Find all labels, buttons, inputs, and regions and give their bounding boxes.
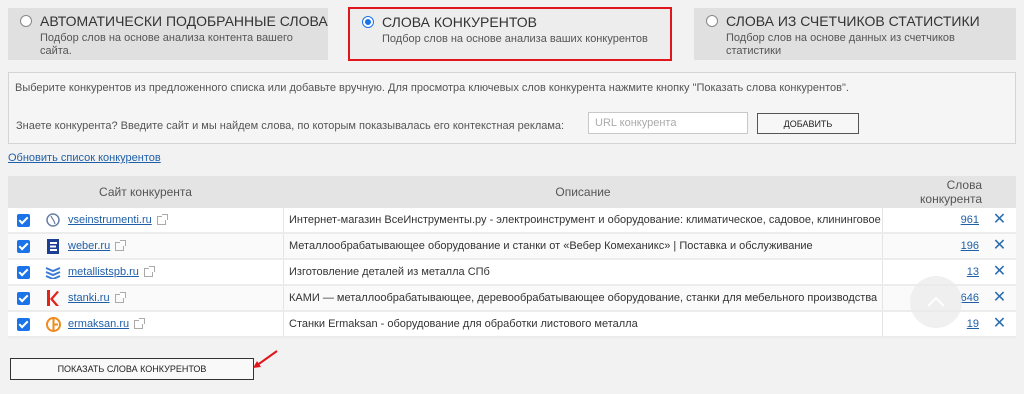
mode-subtitle: Подбор слов на основе данных из счетчико… xyxy=(726,32,955,57)
chevron-up-icon xyxy=(927,296,945,307)
globe-icon xyxy=(45,212,61,228)
mode-subtitle: Подбор слов на основе анализа контента в… xyxy=(40,32,293,57)
instructions-text: Выберите конкурентов из предложенного сп… xyxy=(15,82,849,94)
metallist-logo-icon xyxy=(45,264,61,280)
mode-title: АВТОМАТИЧЕСКИ ПОДОБРАННЫЕ СЛОВА xyxy=(40,13,328,29)
add-competitor-prompt: Знаете конкурента? Введите сайт и мы най… xyxy=(16,120,565,132)
delete-row-icon[interactable]: ✕ xyxy=(993,238,1006,254)
competitor-site-link[interactable]: vseinstrumenti.ru xyxy=(68,214,152,226)
external-link-icon[interactable] xyxy=(134,317,146,329)
weber-logo-icon xyxy=(45,238,61,254)
mode-subtitle: Подбор слов на основе анализа ваших конк… xyxy=(382,33,648,45)
external-link-icon[interactable] xyxy=(143,265,155,277)
mode-tab-auto-words[interactable]: АВТОМАТИЧЕСКИ ПОДОБРАННЫЕ СЛОВА Подбор с… xyxy=(8,8,328,60)
column-header-site: Сайт конкурента xyxy=(99,185,192,199)
row-checkbox[interactable] xyxy=(16,213,30,227)
competitor-words-count[interactable]: 19 xyxy=(967,318,979,330)
competitor-description: Изготовление деталей из металла СПб xyxy=(283,260,883,284)
radio-selected-icon[interactable] xyxy=(362,16,374,28)
mode-title: СЛОВА ИЗ СЧЕТЧИКОВ СТАТИСТИКИ xyxy=(726,13,980,29)
table-row: metallistspb.ru Изготовление деталей из … xyxy=(8,260,1016,286)
radio-icon[interactable] xyxy=(706,15,718,27)
competitor-words-count[interactable]: 196 xyxy=(961,240,979,252)
competitor-words-count[interactable]: 961 xyxy=(961,214,979,226)
mode-title: СЛОВА КОНКУРЕНТОВ xyxy=(382,14,537,30)
ermaksan-logo-icon xyxy=(45,316,61,332)
competitor-url-input[interactable] xyxy=(588,112,748,134)
competitor-description: Интернет-магазин ВсеИнструменты.ру - эле… xyxy=(283,208,883,232)
table-header: Сайт конкурента Описание Слова конкурент… xyxy=(8,176,1016,208)
competitor-description: Станки Ermaksan - оборудование для обраб… xyxy=(283,312,883,336)
competitor-site-link[interactable]: weber.ru xyxy=(68,240,110,252)
mode-tab-stats-words[interactable]: СЛОВА ИЗ СЧЕТЧИКОВ СТАТИСТИКИ Подбор сло… xyxy=(694,8,1016,60)
delete-row-icon[interactable]: ✕ xyxy=(993,212,1006,228)
column-header-count: Слова конкурента xyxy=(920,178,982,206)
mode-tab-competitor-words[interactable]: СЛОВА КОНКУРЕНТОВ Подбор слов на основе … xyxy=(348,7,672,61)
external-link-icon[interactable] xyxy=(114,291,126,303)
external-link-icon[interactable] xyxy=(156,213,168,225)
competitor-site-link[interactable]: metallistspb.ru xyxy=(68,266,139,278)
competitor-site-link[interactable]: ermaksan.ru xyxy=(68,318,129,330)
delete-row-icon[interactable]: ✕ xyxy=(993,290,1006,306)
competitor-site-link[interactable]: stanki.ru xyxy=(68,292,110,304)
column-header-description: Описание xyxy=(555,185,611,199)
competitor-words-count[interactable]: 13 xyxy=(967,266,979,278)
table-row: vseinstrumenti.ru Интернет-магазин ВсеИн… xyxy=(8,208,1016,234)
refresh-competitors-link[interactable]: Обновить список конкурентов xyxy=(8,152,161,164)
scroll-to-top-button[interactable] xyxy=(910,276,962,328)
row-checkbox[interactable] xyxy=(16,265,30,279)
table-row: weber.ru Металлообрабатывающее оборудова… xyxy=(8,234,1016,260)
stanki-logo-icon xyxy=(45,290,61,306)
competitor-description: КАМИ — металлообрабатывающее, деревообра… xyxy=(283,286,883,310)
competitor-description: Металлообрабатывающее оборудование и ста… xyxy=(283,234,883,258)
competitor-words-count[interactable]: 646 xyxy=(961,292,979,304)
radio-icon[interactable] xyxy=(20,15,32,27)
delete-row-icon[interactable]: ✕ xyxy=(993,316,1006,332)
row-checkbox[interactable] xyxy=(16,291,30,305)
row-checkbox[interactable] xyxy=(16,239,30,253)
add-competitor-button[interactable]: ДОБАВИТЬ xyxy=(757,113,859,134)
competitors-table: Сайт конкурента Описание Слова конкурент… xyxy=(8,176,1016,338)
row-checkbox[interactable] xyxy=(16,317,30,331)
annotation-arrow-icon xyxy=(253,350,278,368)
delete-row-icon[interactable]: ✕ xyxy=(993,264,1006,280)
table-row: ermaksan.ru Станки Ermaksan - оборудован… xyxy=(8,312,1016,338)
external-link-icon[interactable] xyxy=(115,239,127,251)
table-row: stanki.ru КАМИ — металлообрабатывающее, … xyxy=(8,286,1016,312)
show-competitor-words-button[interactable]: ПОКАЗАТЬ СЛОВА КОНКУРЕНТОВ xyxy=(10,358,254,380)
add-competitor-panel: Выберите конкурентов из предложенного сп… xyxy=(8,72,1016,144)
